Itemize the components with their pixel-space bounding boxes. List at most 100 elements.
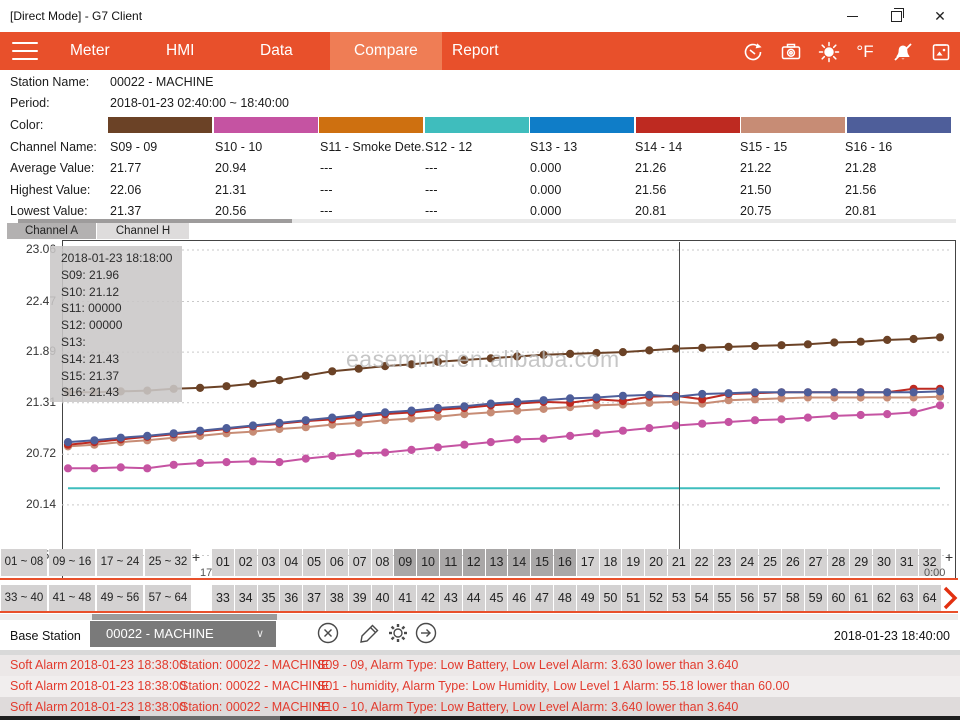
channel-button-11[interactable]: 11 — [440, 549, 462, 576]
nav-item-meter[interactable]: Meter — [46, 32, 134, 70]
channel-button-14[interactable]: 14 — [508, 549, 530, 576]
menu-icon[interactable] — [12, 42, 38, 60]
channel-button-48[interactable]: 48 — [554, 585, 576, 612]
channel-button-13[interactable]: 13 — [486, 549, 508, 576]
channel-button-15[interactable]: 15 — [531, 549, 553, 576]
fahrenheit-unit[interactable]: °F — [852, 40, 878, 64]
channel-button-33[interactable]: 33 — [212, 585, 234, 612]
tab-channel-a[interactable]: Channel A — [7, 223, 96, 239]
channel-button-10[interactable]: 10 — [417, 549, 439, 576]
channel-range-button[interactable]: 01 ~ 08 — [1, 549, 47, 576]
channel-button-58[interactable]: 58 — [782, 585, 804, 612]
alarm-row[interactable]: Soft Alarm2018-01-23 18:38:00Station: 00… — [0, 697, 960, 718]
expand-plus[interactable]: + — [192, 549, 200, 565]
channel-button-64[interactable]: 64 — [919, 585, 941, 612]
channel-button-23[interactable]: 23 — [714, 549, 736, 576]
nav-item-data[interactable]: Data — [236, 32, 317, 70]
sync-icon[interactable] — [740, 40, 766, 64]
channel-button-52[interactable]: 52 — [645, 585, 667, 612]
restore-button[interactable] — [874, 0, 918, 32]
channel-button-27[interactable]: 27 — [805, 549, 827, 576]
channel-range-button[interactable]: 25 ~ 32 — [145, 549, 191, 576]
channel-button-41[interactable]: 41 — [394, 585, 416, 612]
clear-button[interactable] — [316, 621, 342, 647]
go-arrow-icon[interactable] — [414, 621, 440, 647]
channel-button-34[interactable]: 34 — [235, 585, 257, 612]
channel-button-26[interactable]: 26 — [782, 549, 804, 576]
camera-icon[interactable] — [778, 40, 804, 64]
alarm-mute-icon[interactable] — [890, 40, 916, 64]
nav-item-compare[interactable]: Compare — [330, 32, 442, 70]
channel-button-19[interactable]: 19 — [622, 549, 644, 576]
channel-button-59[interactable]: 59 — [805, 585, 827, 612]
channel-button-53[interactable]: 53 — [668, 585, 690, 612]
channel-button-49[interactable]: 49 — [577, 585, 599, 612]
channel-range-button[interactable]: 33 ~ 40 — [1, 585, 47, 612]
channel-button-28[interactable]: 28 — [828, 549, 850, 576]
channel-button-12[interactable]: 12 — [463, 549, 485, 576]
channel-button-04[interactable]: 04 — [280, 549, 302, 576]
channel-button-16[interactable]: 16 — [554, 549, 576, 576]
channel-button-42[interactable]: 42 — [417, 585, 439, 612]
channel-range-button[interactable]: 49 ~ 56 — [97, 585, 143, 612]
channel-button-43[interactable]: 43 — [440, 585, 462, 612]
chart-scrollbar-thumb[interactable] — [92, 614, 277, 620]
channel-range-button[interactable]: 17 ~ 24 — [97, 549, 143, 576]
channel-button-18[interactable]: 18 — [600, 549, 622, 576]
channel-button-60[interactable]: 60 — [828, 585, 850, 612]
channel-button-24[interactable]: 24 — [736, 549, 758, 576]
channel-button-25[interactable]: 25 — [759, 549, 781, 576]
channel-button-08[interactable]: 08 — [372, 549, 394, 576]
channel-button-54[interactable]: 54 — [691, 585, 713, 612]
expand-plus[interactable]: + — [945, 549, 953, 565]
channel-button-03[interactable]: 03 — [258, 549, 280, 576]
channel-button-40[interactable]: 40 — [372, 585, 394, 612]
channel-range-button[interactable]: 09 ~ 16 — [49, 549, 95, 576]
channel-button-62[interactable]: 62 — [873, 585, 895, 612]
settings-gear-icon[interactable] — [386, 621, 412, 647]
channel-button-45[interactable]: 45 — [486, 585, 508, 612]
brightness-icon[interactable] — [816, 40, 842, 64]
channel-button-36[interactable]: 36 — [280, 585, 302, 612]
channel-button-31[interactable]: 31 — [896, 549, 918, 576]
channel-button-22[interactable]: 22 — [691, 549, 713, 576]
next-page-arrow[interactable] — [941, 585, 959, 611]
channel-button-39[interactable]: 39 — [349, 585, 371, 612]
channel-button-01[interactable]: 01 — [212, 549, 234, 576]
close-button[interactable]: ✕ — [918, 0, 960, 32]
base-station-dropdown[interactable]: 00022 - MACHINE ∨ — [90, 621, 276, 647]
snapshot-box-icon[interactable] — [928, 40, 954, 64]
channel-range-button[interactable]: 57 ~ 64 — [145, 585, 191, 612]
channel-button-47[interactable]: 47 — [531, 585, 553, 612]
channel-button-44[interactable]: 44 — [463, 585, 485, 612]
channel-button-05[interactable]: 05 — [303, 549, 325, 576]
chart-scrollbar[interactable] — [0, 614, 958, 620]
channel-button-35[interactable]: 35 — [258, 585, 280, 612]
nav-item-report[interactable]: Report — [428, 32, 523, 70]
channel-button-50[interactable]: 50 — [600, 585, 622, 612]
alarm-row[interactable]: Soft Alarm2018-01-23 18:38:00Station: 00… — [0, 676, 960, 697]
channel-button-20[interactable]: 20 — [645, 549, 667, 576]
channel-button-37[interactable]: 37 — [303, 585, 325, 612]
channel-button-30[interactable]: 30 — [873, 549, 895, 576]
channel-button-55[interactable]: 55 — [714, 585, 736, 612]
channel-button-38[interactable]: 38 — [326, 585, 348, 612]
channel-button-06[interactable]: 06 — [326, 549, 348, 576]
channel-button-02[interactable]: 02 — [235, 549, 257, 576]
channel-button-29[interactable]: 29 — [850, 549, 872, 576]
alarm-row[interactable]: Soft Alarm2018-01-23 18:38:00Station: 00… — [0, 655, 960, 676]
channel-button-17[interactable]: 17 — [577, 549, 599, 576]
channel-button-51[interactable]: 51 — [622, 585, 644, 612]
channel-button-56[interactable]: 56 — [736, 585, 758, 612]
channel-button-63[interactable]: 63 — [896, 585, 918, 612]
channel-button-57[interactable]: 57 — [759, 585, 781, 612]
channel-button-46[interactable]: 46 — [508, 585, 530, 612]
channel-button-09[interactable]: 09 — [394, 549, 416, 576]
nav-item-hmi[interactable]: HMI — [142, 32, 218, 70]
tab-channel-h[interactable]: Channel H — [97, 223, 189, 239]
channel-button-61[interactable]: 61 — [850, 585, 872, 612]
channel-button-21[interactable]: 21 — [668, 549, 690, 576]
minimize-button[interactable] — [830, 0, 874, 32]
channel-button-07[interactable]: 07 — [349, 549, 371, 576]
channel-range-button[interactable]: 41 ~ 48 — [49, 585, 95, 612]
